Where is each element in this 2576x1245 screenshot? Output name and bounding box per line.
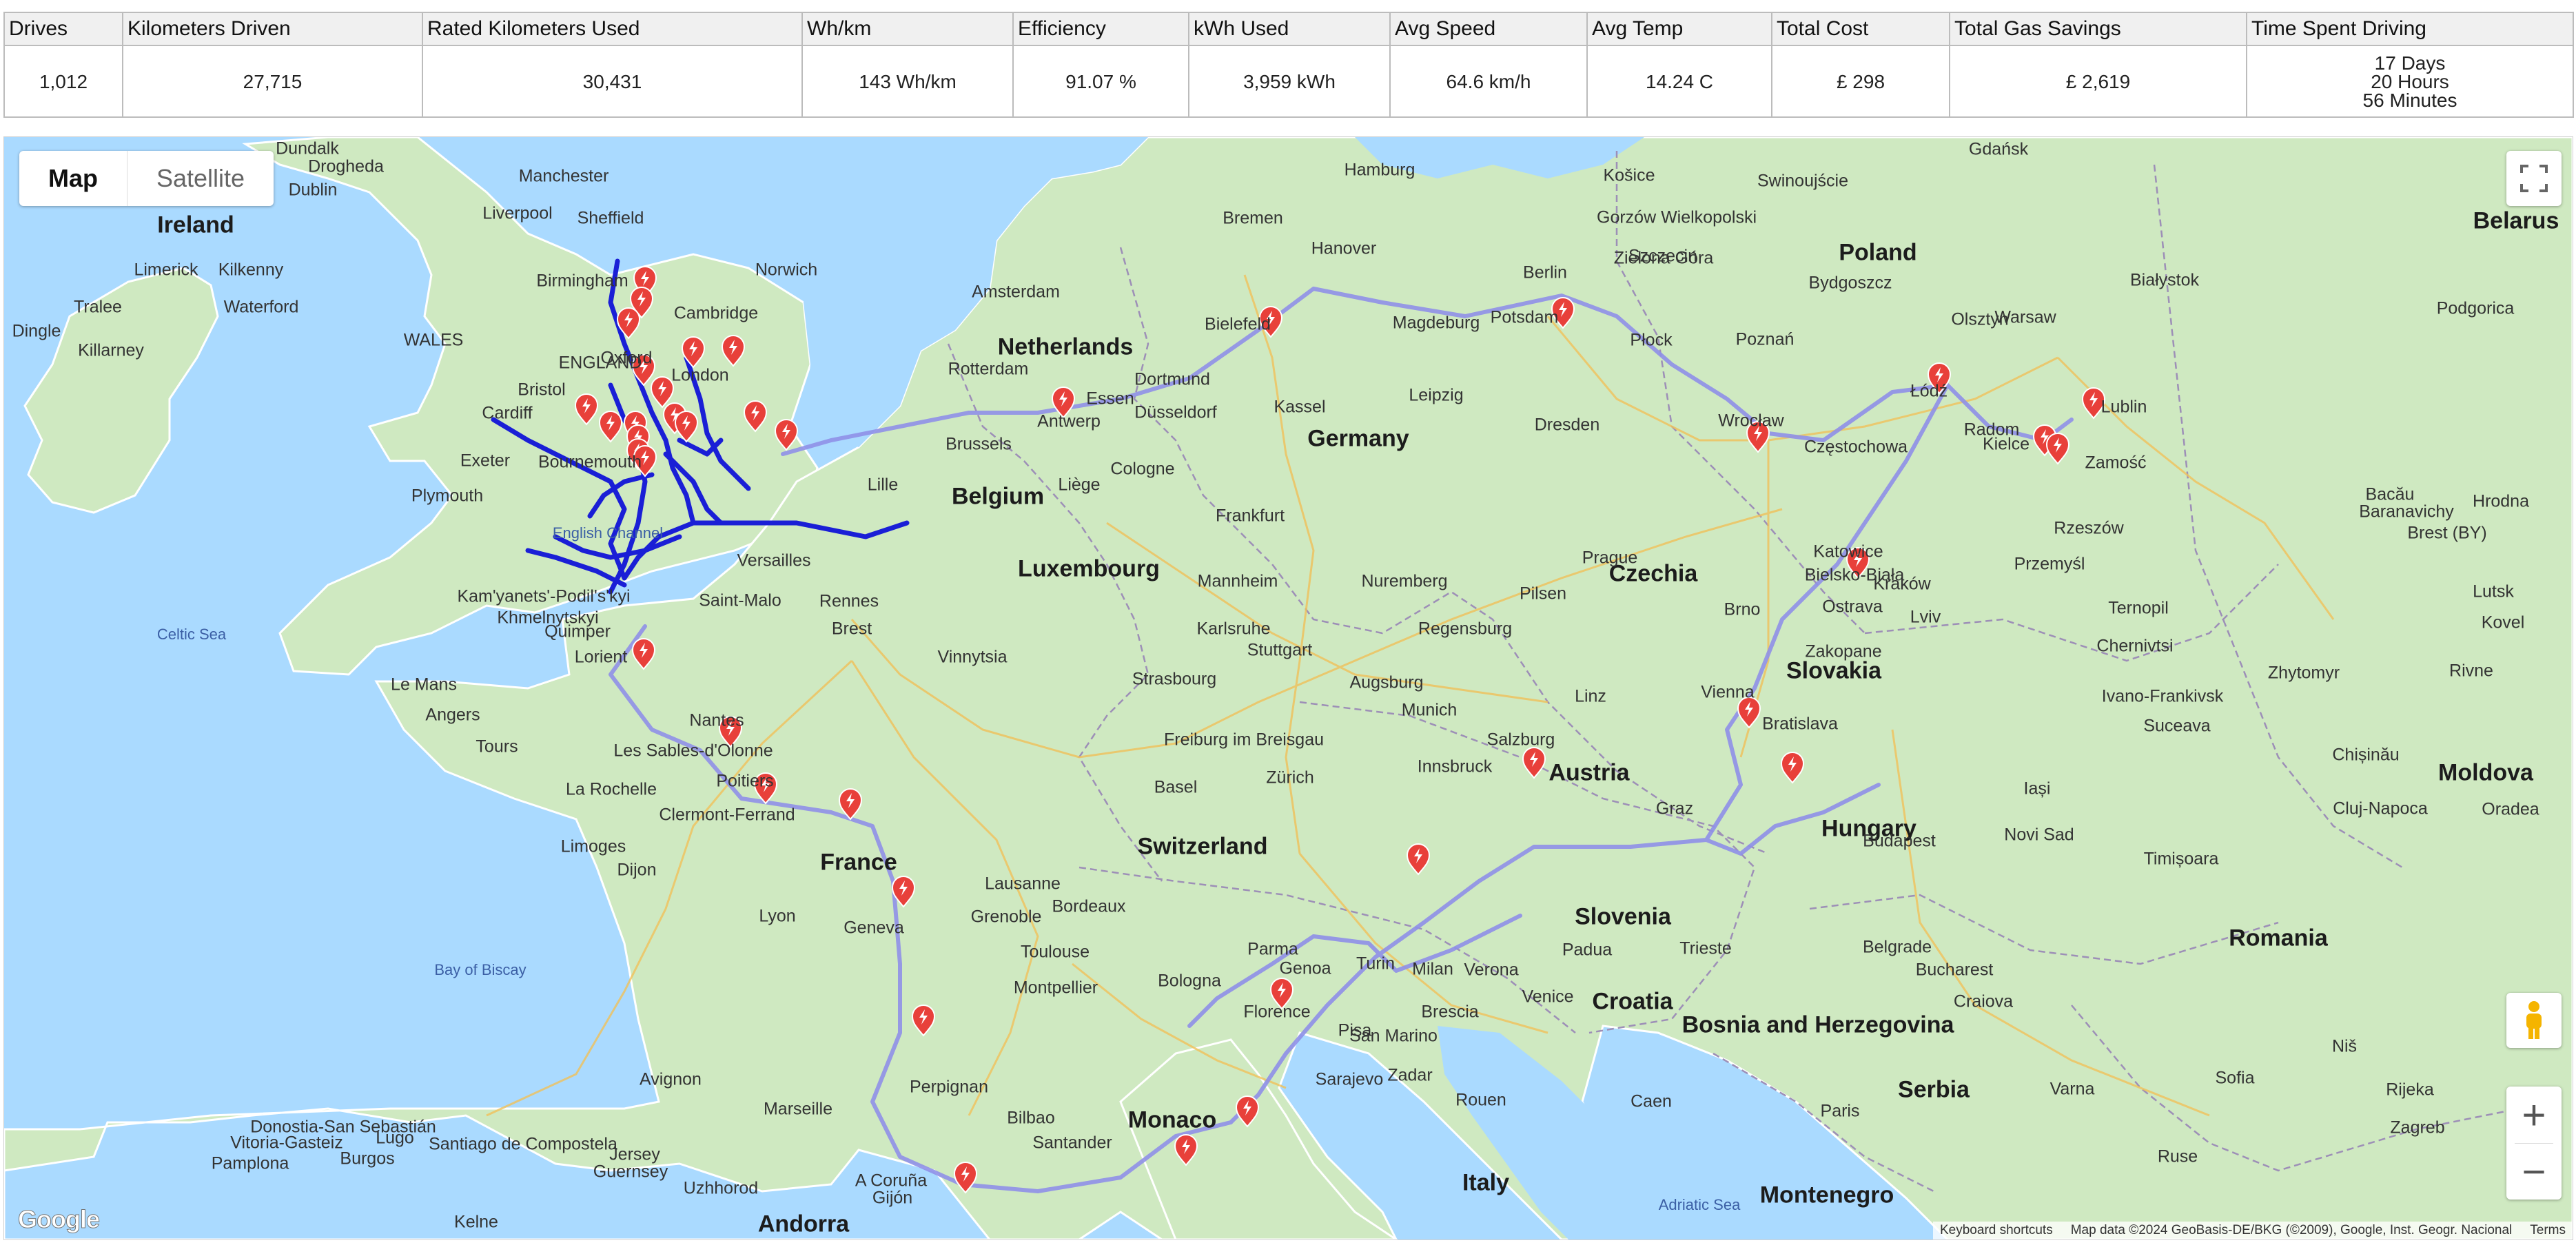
header-time-spent-driving: Time Spent Driving: [2246, 12, 2574, 46]
value-kilometers-driven: 27,715: [122, 45, 423, 118]
header-total-cost: Total Cost: [1771, 12, 1950, 46]
header-rated-kilometers-used: Rated Kilometers Used: [422, 12, 803, 46]
value-total-gas-savings: £ 2,619: [1949, 45, 2247, 118]
fullscreen-icon: [2520, 165, 2548, 192]
map-canvas[interactable]: Map Satellite + − Google Keyboard shortc…: [3, 136, 2573, 1240]
value-wh-per-km: 143 Wh/km: [801, 45, 1014, 118]
zoom-in-button[interactable]: +: [2522, 1087, 2546, 1143]
time-hours: 20 Hours: [2371, 70, 2449, 92]
value-total-cost: £ 298: [1771, 45, 1950, 118]
map-footer: Keyboard shortcuts Map data ©2024 GeoBas…: [1933, 1222, 2573, 1239]
stats-table: Drives Kilometers Driven Rated Kilometer…: [3, 12, 2574, 118]
zoom-control: + −: [2506, 1087, 2562, 1200]
time-days: 17 Days: [2374, 52, 2446, 74]
value-kwh-used: 3,959 kWh: [1188, 45, 1391, 118]
header-wh-per-km: Wh/km: [801, 12, 1014, 46]
value-rated-kilometers-used: 30,431: [422, 45, 803, 118]
value-efficiency: 91.07 %: [1012, 45, 1189, 118]
map-base-layer: [4, 137, 2573, 1239]
header-efficiency: Efficiency: [1012, 12, 1189, 46]
header-avg-speed: Avg Speed: [1389, 12, 1588, 46]
zoom-out-button[interactable]: −: [2522, 1144, 2546, 1200]
pegman-icon: [2526, 1001, 2542, 1039]
value-avg-speed: 64.6 km/h: [1389, 45, 1588, 118]
header-avg-temp: Avg Temp: [1586, 12, 1772, 46]
google-logo: Google: [18, 1205, 101, 1234]
header-kilometers-driven: Kilometers Driven: [122, 12, 423, 46]
map-type-control: Map Satellite: [19, 151, 274, 206]
fullscreen-button[interactable]: [2506, 151, 2562, 206]
map-type-map-button[interactable]: Map: [19, 151, 127, 206]
stats-header-row: Drives Kilometers Driven Rated Kilometer…: [3, 12, 2574, 46]
map-data-attribution: Map data ©2024 GeoBasis-DE/BKG (©2009), …: [2070, 1223, 2513, 1237]
header-total-gas-savings: Total Gas Savings: [1949, 12, 2247, 46]
google-logo-text: Google: [18, 1205, 101, 1234]
value-avg-temp: 14.24 C: [1586, 45, 1772, 118]
map-type-satellite-button[interactable]: Satellite: [127, 151, 274, 206]
value-drives: 1,012: [3, 45, 123, 118]
pegman-button[interactable]: [2506, 993, 2562, 1048]
header-drives: Drives: [3, 12, 123, 46]
terms-link[interactable]: Terms: [2530, 1223, 2566, 1238]
keyboard-shortcuts-link[interactable]: Keyboard shortcuts: [1940, 1223, 2053, 1238]
value-time-spent-driving: 17 Days 20 Hours 56 Minutes: [2246, 45, 2574, 118]
stats-value-row: 1,012 27,715 30,431 143 Wh/km 91.07 % 3,…: [3, 45, 2574, 118]
header-kwh-used: kWh Used: [1188, 12, 1391, 46]
time-minutes: 56 Minutes: [2362, 89, 2457, 111]
